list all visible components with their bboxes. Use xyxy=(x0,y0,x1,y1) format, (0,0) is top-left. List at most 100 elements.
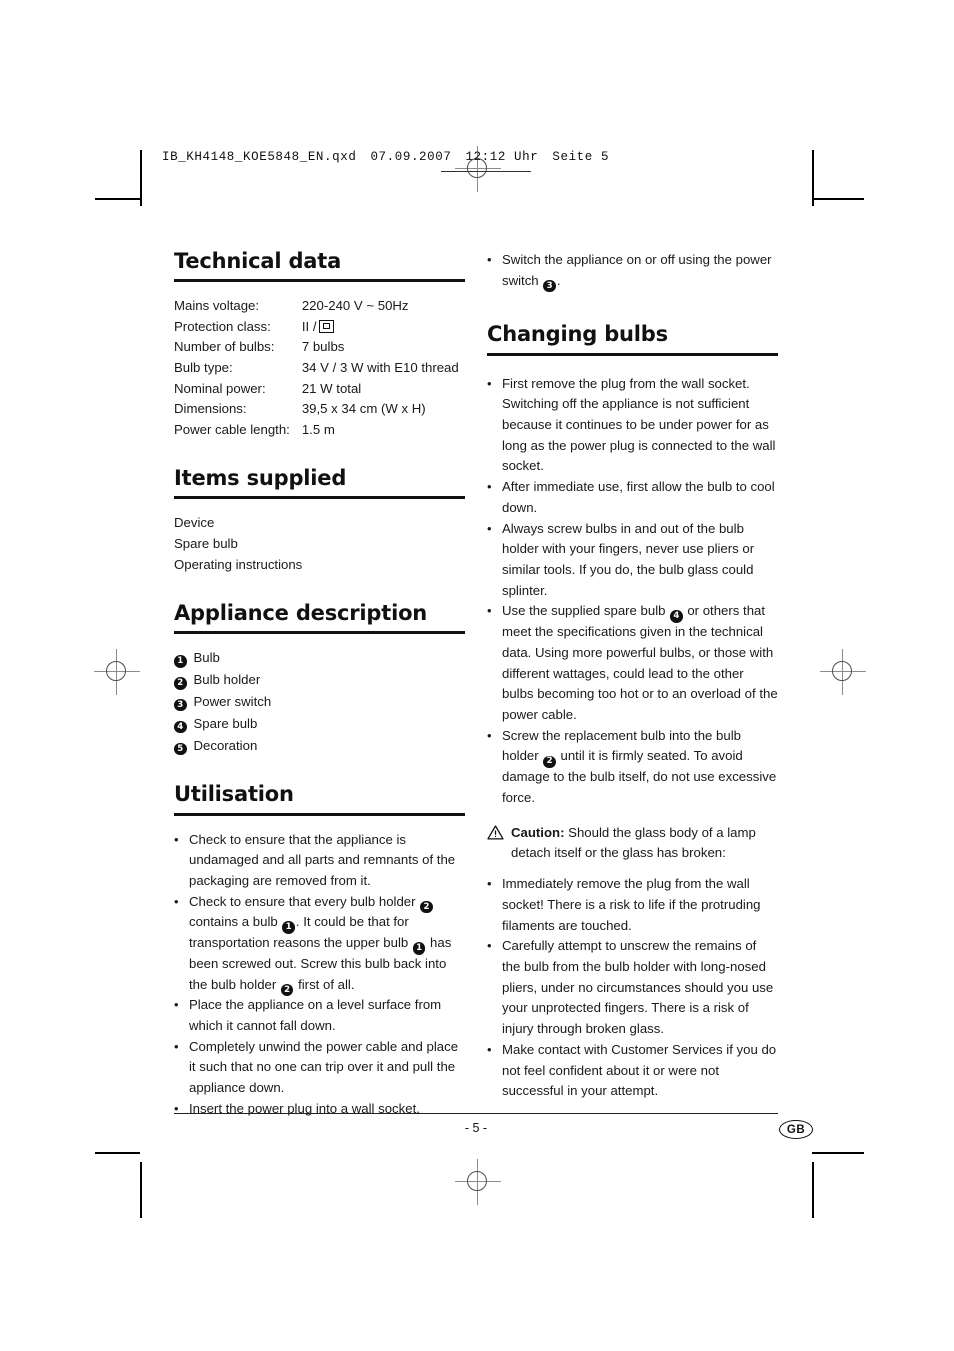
spec-key: Dimensions: xyxy=(174,401,247,417)
list-item-text: Screw the replacement bulb into the bulb… xyxy=(502,726,778,809)
number-badge-icon: 1 xyxy=(174,655,187,668)
registration-ring xyxy=(106,661,126,681)
list-item: • Switch the appliance on or off using t… xyxy=(487,250,778,293)
list-item: Spare bulb xyxy=(174,535,238,551)
number-badge-icon: 2 xyxy=(420,900,433,914)
list-item-label: Spare bulb xyxy=(193,715,258,731)
section-changing-bulbs: Changing bulbs • First remove the plug f… xyxy=(487,323,778,1102)
section-items-supplied: Items supplied Device Spare bulb Operati… xyxy=(174,466,465,576)
list-item-label: Bulb holder xyxy=(193,672,261,688)
list-item: 3 Power switch xyxy=(174,692,465,714)
section-utilisation: Utilisation • Check to ensure that the a… xyxy=(174,783,465,1119)
bullet-icon: • xyxy=(487,603,492,619)
crop-mark-bottom-left-vertical xyxy=(140,1162,142,1218)
crop-mark-top-right-horizontal xyxy=(812,198,864,200)
spec-key: Number of bulbs: xyxy=(174,339,275,355)
spec-key: Mains voltage: xyxy=(174,298,260,314)
list-item-text: Immediately remove the plug from the wal… xyxy=(502,876,761,933)
file-header-line: IB_KH4148_KOE5848_EN.qxd 07.09.2007 12:12 … xyxy=(162,150,609,164)
list-item: 4 Spare bulb xyxy=(174,714,465,736)
number-badge-icon: 5 xyxy=(174,742,187,756)
text-fragment: Use the supplied spare bulb xyxy=(502,603,670,619)
list-item-text: Completely unwind the power cable and pl… xyxy=(189,1038,459,1096)
file-header-time: 12:12 Uhr xyxy=(465,150,539,164)
list-item: 5 Decoration xyxy=(174,736,465,758)
bullet-icon: • xyxy=(487,876,492,892)
spec-key: Bulb type: xyxy=(174,360,233,376)
class-2-double-insulation-icon xyxy=(318,319,334,333)
table-row: Dimensions: 39,5 x 34 cm (W x H) xyxy=(174,399,459,420)
list-item: • Carefully attempt to unscrew the remai… xyxy=(487,936,778,1040)
list-item-label: Bulb xyxy=(193,650,220,666)
list-item-label: Decoration xyxy=(193,737,258,753)
list-item: • Immediately remove the plug from the w… xyxy=(487,874,778,936)
spec-key: Nominal power: xyxy=(174,380,266,396)
table-row: Mains voltage: 220-240 V ~ 50Hz xyxy=(174,296,459,317)
bullet-icon: • xyxy=(487,520,492,536)
spec-value: II / xyxy=(302,317,459,338)
text-fragment: first of all. xyxy=(294,976,355,992)
text-fragment: Check to ensure that every bulb holder xyxy=(189,893,420,909)
list-item-text: Always screw bulbs in and out of the bul… xyxy=(502,520,755,598)
table-row: Power cable length: 1.5 m xyxy=(174,420,459,441)
list-item-text: Check to ensure that every bulb holder 2… xyxy=(189,892,465,997)
list-item: • Use the supplied spare bulb 4 or other… xyxy=(487,601,778,725)
table-row: Bulb type: 34 V / 3 W with E10 thread xyxy=(174,358,459,379)
list-item: • Place the appliance on a level surface… xyxy=(174,995,465,1036)
registration-mark-left-middle xyxy=(94,649,140,695)
document-page: IB_KH4148_KOE5848_EN.qxd 07.09.2007 12:12 … xyxy=(0,0,954,1351)
bullet-icon: • xyxy=(174,997,179,1013)
bullet-icon: • xyxy=(174,893,179,909)
list-item: Device xyxy=(174,514,215,530)
spec-key: Protection class: xyxy=(174,318,271,334)
right-column: • Switch the appliance on or off using t… xyxy=(487,250,778,1128)
number-badge-icon: 3 xyxy=(543,279,556,293)
section-rule xyxy=(174,631,465,635)
spec-value-text: II / xyxy=(301,318,317,334)
table-row: Nominal power: 21 W total xyxy=(174,379,459,400)
text-fragment: until it is firmly seated. To avoid dama… xyxy=(502,748,777,805)
crop-mark-top-left-vertical xyxy=(140,150,142,206)
spec-value: 7 bulbs xyxy=(301,339,345,355)
list-item: • Always screw bulbs in and out of the b… xyxy=(487,519,778,602)
caution-label: Caution: xyxy=(511,824,565,840)
bullet-icon: • xyxy=(174,1100,179,1116)
number-badge-icon: 1 xyxy=(412,942,426,955)
file-header-underline xyxy=(441,171,531,172)
list-item: • Completely unwind the power cable and … xyxy=(174,1037,465,1099)
registration-ring xyxy=(832,661,852,681)
list-item: • Check to ensure that every bulb holder… xyxy=(174,892,465,997)
left-column: Technical data Mains voltage: 220-240 V … xyxy=(174,249,465,1146)
bullet-icon: • xyxy=(174,1038,179,1054)
language-badge: GB xyxy=(779,1120,813,1139)
number-badge-icon: 2 xyxy=(174,677,187,690)
crop-mark-top-left-horizontal xyxy=(95,198,140,200)
file-header-page-label: Seite 5 xyxy=(552,150,610,164)
spec-value: 39,5 x 34 cm (W x H) xyxy=(301,401,426,417)
list-item-text: Place the appliance on a level surface f… xyxy=(189,997,442,1034)
list-item: • Insert the power plug into a wall sock… xyxy=(174,1099,465,1120)
list-item: • Screw the replacement bulb into the bu… xyxy=(487,726,778,809)
text-fragment: . xyxy=(556,272,561,288)
section-rule xyxy=(174,495,465,499)
list-item-text: Insert the power plug into a wall socket… xyxy=(189,1100,420,1116)
caution-notice: Caution: Should the glass body of a lamp… xyxy=(487,823,778,864)
section-rule xyxy=(174,279,465,283)
text-fragment: or others that meet the specifications g… xyxy=(502,603,778,723)
warning-triangle-icon xyxy=(487,825,504,840)
caution-text: Caution: Should the glass body of a lamp… xyxy=(510,823,778,864)
appliance-description-list: 1 Bulb 2 Bulb holder 3 Power switch 4 Sp… xyxy=(174,648,465,757)
list-item: • Make contact with Customer Services if… xyxy=(487,1040,778,1102)
spec-value: 220-240 V ~ 50Hz xyxy=(301,298,409,314)
page-title-utilisation: Utilisation xyxy=(174,782,294,807)
section-appliance-description: Appliance description 1 Bulb 2 Bulb hold… xyxy=(174,601,465,757)
spec-value: 1.5 m xyxy=(301,422,335,438)
list-item-label: Power switch xyxy=(193,693,272,709)
crop-mark-bottom-right-vertical xyxy=(812,1162,814,1218)
number-badge-icon: 3 xyxy=(174,698,187,712)
bullet-icon: • xyxy=(174,831,179,847)
list-item-text: Carefully attempt to unscrew the remains… xyxy=(502,938,774,1037)
utilisation-list: • Check to ensure that the appliance is … xyxy=(174,830,465,1120)
list-item-text: First remove the plug from the wall sock… xyxy=(502,375,776,474)
table-row: Number of bulbs: 7 bulbs xyxy=(174,337,459,358)
